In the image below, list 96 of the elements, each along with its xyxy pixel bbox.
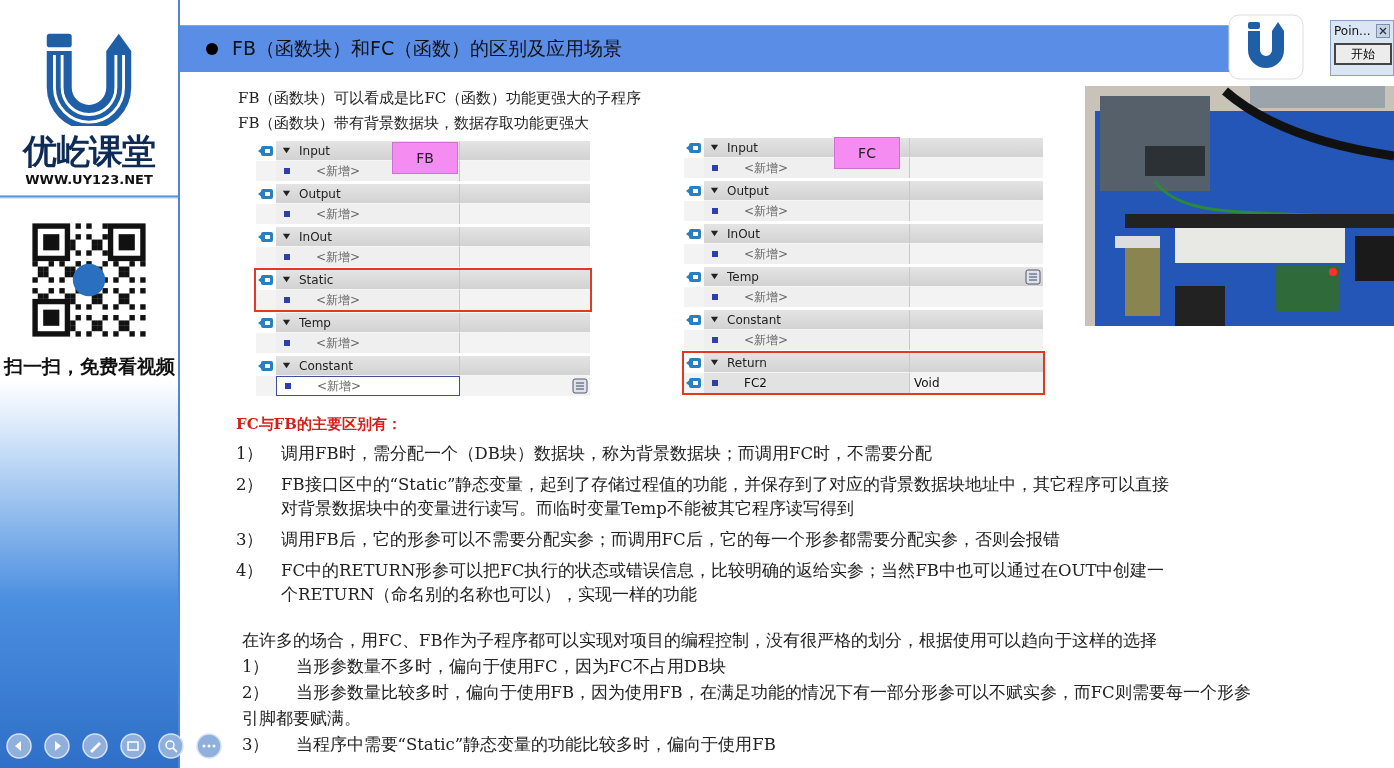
expand-arrow-icon[interactable] [710,315,719,324]
previous-slide-button[interactable] [5,732,33,760]
bullet-icon [284,297,290,303]
interface-icon [258,188,274,200]
bullet-icon [284,211,290,217]
section-name: Output [299,186,341,201]
item-number: 3） [236,529,265,551]
list-item-text: 调用FB时，需分配一个（DB块）数据块，称为背景数据块；而调用FC时，不需要分配 [281,443,933,465]
list-item-text: 2） 当形参数量比较多时，偏向于使用FB，因为使用FB，在满足功能的情况下有一部分形参可以不赋实参，而FC则需要每一个形参引脚都要赋满。 [242,682,1252,730]
name-field[interactable]: <新增> [276,376,460,396]
bullet-icon [712,165,718,171]
close-icon[interactable] [1376,24,1390,38]
expand-arrow-icon[interactable] [282,275,291,284]
bullet-icon [712,251,718,257]
interface-icon [686,142,702,154]
pen-button[interactable] [81,732,109,760]
expand-arrow-icon[interactable] [710,143,719,152]
parameter-name: <新增> [316,248,361,266]
section-heading: FC与FB的主要区别有： [236,415,403,434]
list-item-text: 1） 当形参数量不多时，偏向于使用FC，因为FC不占用DB块 [242,656,727,678]
interface-icon [258,317,274,329]
parameter-name: <新增> [744,331,789,349]
section-name: Input [727,140,759,155]
next-slide-button[interactable] [43,732,71,760]
list-item-text: 调用FB后，它的形参可以不需要分配实参；而调用FC后，它的每一个形参都需要分配实参，否则会报错 [281,529,1061,551]
interface-icon [686,357,702,369]
bullet-icon [712,294,718,300]
section-name: InOut [299,229,332,244]
list-button[interactable] [1025,268,1041,285]
block-tag: FC [834,137,900,169]
section-name: Return [727,355,767,370]
parameter-name: <新增> [316,162,361,180]
interface-icon [686,314,702,326]
zoom-button[interactable] [157,732,185,760]
website-url: WWW.UY123.NET [25,172,153,187]
parameter-name: <新增> [744,202,789,220]
interface-icon [258,145,274,157]
list-item-text: 3） 当程序中需要“Static”静态变量的功能比较多时，偏向于使用FB [242,734,777,756]
section-name: Input [299,143,331,158]
parameter-name: <新增> [316,334,361,352]
parameter-name: <新增> [744,288,789,306]
interface-icon [258,274,274,286]
list-button[interactable] [572,378,588,394]
interface-icon [686,185,702,197]
bullet-icon [712,337,718,343]
expand-arrow-icon[interactable] [710,229,719,238]
dialog-title: Poin... [1334,24,1371,38]
section-name: Output [727,183,769,198]
slide-title: FB（函数块）和FC（函数）的区别及应用场景 [232,36,623,61]
list-item-text: FC中的RETURN形参可以把FC执行的状态或错误信息，比较明确的返给实参；当然FB中也可以通过在OUT中创建一个RETURN（命名别的名称也可以），实现一样的功能 [281,560,1166,606]
expand-arrow-icon[interactable] [710,186,719,195]
item-number: 2） [236,474,265,496]
section-name: Temp [727,269,759,284]
expand-arrow-icon[interactable] [282,361,291,370]
bullet-icon [712,380,718,386]
section-name: Constant [299,358,353,373]
block-tag: FB [392,142,458,174]
expand-arrow-icon[interactable] [282,146,291,155]
interface-icon [686,228,702,240]
bullet-icon [284,254,290,260]
parameter-name: <新增> [316,291,361,309]
parameter-name: FC2 [744,376,767,390]
table-cell [256,376,276,396]
slides-button[interactable] [119,732,147,760]
bullet-icon [284,340,290,346]
start-button[interactable]: 开始 [1334,43,1392,65]
bullet-icon [712,208,718,214]
section-name: Constant [727,312,781,327]
data-type: Void [914,376,940,390]
expand-arrow-icon[interactable] [282,318,291,327]
expand-arrow-icon[interactable] [282,189,291,198]
item-number: 4） [236,560,265,582]
parameter-name: <新增> [316,205,361,223]
bullet-icon [285,383,291,389]
interface-icon [258,231,274,243]
interface-icon [258,360,274,372]
bullet-icon [284,168,290,174]
logo-icon [1228,14,1304,80]
bullet-icon [206,43,218,55]
parameter-name: <新增> [744,159,789,177]
section-name: Static [299,272,334,287]
expand-arrow-icon[interactable] [282,232,291,241]
section-name: InOut [727,226,760,241]
parameter-name: <新增> [744,245,789,263]
intro-text: FB（函数块）带有背景数据块，数据存取功能更强大 [238,113,591,134]
intro-text: FB（函数块）可以看成是比FC（函数）功能更强大的子程序 [238,88,643,109]
brand-name: 优屹课堂 [23,132,155,170]
qr-caption: 扫一扫，免费看视频 [3,354,175,379]
item-number: 1） [236,443,265,465]
parameter-name: <新增> [317,377,362,395]
list-item-text: FB接口区中的“Static”静态变量，起到了存储过程值的功能，并保存到了对应的背景数据块地址中，其它程序可以直接对背景数据块中的变量进行读写。而临时变量Temp不能被其它程序读写得到 [281,474,1171,520]
section-name: Temp [299,315,331,330]
interface-icon [686,271,702,283]
expand-arrow-icon[interactable] [710,358,719,367]
expand-arrow-icon[interactable] [710,272,719,281]
paragraph: 在许多的场合，用FC、FB作为子程序都可以实现对项目的编程控制，没有很严格的划分，根据使用可以趋向于这样的选择 [242,630,1158,652]
